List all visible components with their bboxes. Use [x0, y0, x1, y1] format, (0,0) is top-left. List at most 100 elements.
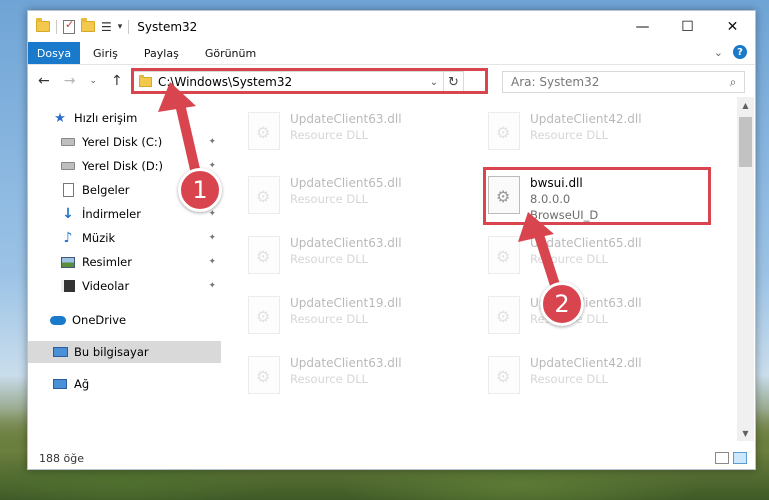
- dll-file-icon: [488, 296, 520, 334]
- dll-file-icon: [488, 112, 520, 150]
- sidebar-item-network[interactable]: Ağ: [28, 373, 221, 395]
- file-name: UpdateClient63.dll: [290, 112, 402, 126]
- up-button[interactable]: ↑: [111, 73, 123, 89]
- file-version: 8.0.0.0: [530, 192, 571, 206]
- list-item[interactable]: UpdateClient42.dll Resource DLL: [488, 107, 713, 159]
- address-dropdown-icon[interactable]: ⌄: [425, 77, 443, 88]
- document-icon: [62, 183, 74, 197]
- dll-file-icon: [488, 236, 520, 274]
- details-view-icon[interactable]: [715, 452, 729, 464]
- sidebar-item-onedrive[interactable]: OneDrive: [28, 309, 221, 331]
- search-icon[interactable]: ⌕: [722, 75, 744, 90]
- computer-icon: [52, 347, 68, 357]
- maximize-button[interactable]: ☐: [665, 11, 710, 42]
- videos-icon: [61, 280, 75, 292]
- sidebar-item-music[interactable]: ♪ Müzik ✦: [28, 227, 221, 249]
- sidebar-item-local-disk-c[interactable]: Yerel Disk (C:) ✦: [28, 131, 221, 153]
- quick-access-toolbar: ☰ ▾: [28, 18, 130, 34]
- back-button[interactable]: ←: [38, 73, 50, 89]
- address-path[interactable]: C:\Windows\System32: [158, 75, 425, 89]
- list-item[interactable]: UpdateClient42.dll Resource DLL: [488, 351, 713, 403]
- pin-icon: ✦: [208, 209, 216, 219]
- list-item[interactable]: UpdateClient63.dll Resource DLL: [248, 107, 473, 159]
- sidebar-item-label: Resimler: [82, 255, 132, 269]
- navigation-buttons: ← → ⌄ ↑: [28, 73, 123, 89]
- sidebar-item-label: Ağ: [74, 377, 90, 391]
- forward-button[interactable]: →: [64, 73, 76, 89]
- scroll-down-icon[interactable]: ▼: [737, 425, 754, 441]
- list-item[interactable]: UpdateClient65.dll Resource DLL: [248, 171, 473, 223]
- file-name: UpdateClient65.dll: [290, 176, 402, 190]
- list-item[interactable]: UpdateClient63.dll Resource DLL: [248, 231, 473, 283]
- tiles-view-icon[interactable]: [733, 452, 747, 464]
- sidebar-item-this-pc[interactable]: Bu bilgisayar: [28, 341, 221, 363]
- new-folder-icon[interactable]: [81, 18, 95, 32]
- explorer-window: ☰ ▾ System32 — ☐ ✕ Dosya Giriş Paylaş Gö…: [27, 10, 756, 470]
- sidebar-item-label: Yerel Disk (D:): [82, 159, 164, 173]
- dll-file-icon: [248, 296, 280, 334]
- view-icon[interactable]: ☰: [101, 20, 112, 34]
- sidebar-item-label: Belgeler: [82, 183, 130, 197]
- file-name: UpdateClient19.dll: [290, 296, 402, 310]
- file-description: Resource DLL: [530, 252, 609, 266]
- item-count: 188 öğe: [39, 451, 84, 465]
- list-item[interactable]: UpdateClient63.dll Resource DLL: [488, 291, 713, 343]
- list-item[interactable]: UpdateClient19.dll Resource DLL: [248, 291, 473, 343]
- sidebar-item-label: Müzik: [82, 231, 116, 245]
- sidebar-item-label: Bu bilgisayar: [74, 345, 149, 359]
- download-icon: ↓: [62, 206, 74, 222]
- callout-badge-2: 2: [540, 282, 584, 326]
- file-description: Resource DLL: [290, 128, 369, 142]
- recent-locations-button[interactable]: ⌄: [89, 76, 97, 86]
- file-name: UpdateClient63.dll: [290, 356, 402, 370]
- scroll-up-icon[interactable]: ▲: [737, 97, 754, 113]
- search-input[interactable]: Ara: System32: [511, 75, 722, 89]
- tab-home[interactable]: Giriş: [80, 42, 131, 64]
- properties-icon[interactable]: [63, 18, 75, 34]
- file-name: UpdateClient42.dll: [530, 112, 642, 126]
- list-item[interactable]: UpdateClient65.dll Resource DLL: [488, 231, 713, 283]
- list-item[interactable]: UpdateClient63.dll Resource DLL: [248, 351, 473, 403]
- dll-file-icon: [248, 112, 280, 150]
- dll-file-icon: [248, 176, 280, 214]
- file-name: bwsui.dll: [530, 176, 583, 190]
- file-name: UpdateClient63.dll: [290, 236, 402, 250]
- help-icon[interactable]: ?: [733, 45, 747, 59]
- sidebar-item-videos[interactable]: Videolar ✦: [28, 275, 221, 297]
- file-description: Resource DLL: [290, 252, 369, 266]
- dll-file-icon: [488, 356, 520, 394]
- window-controls: — ☐ ✕: [620, 11, 755, 42]
- file-description: BrowseUI_D: [530, 208, 599, 222]
- close-button[interactable]: ✕: [710, 11, 755, 42]
- star-icon: ★: [54, 110, 66, 126]
- folder-icon: [139, 75, 152, 87]
- title-bar: ☰ ▾ System32 — ☐ ✕: [28, 11, 755, 42]
- sidebar-item-label: Hızlı erişim: [74, 111, 138, 125]
- disk-icon: [61, 138, 75, 146]
- sidebar-item-label: OneDrive: [72, 313, 127, 327]
- search-box[interactable]: Ara: System32 ⌕: [502, 71, 745, 93]
- sidebar-item-quick-access[interactable]: ★ Hızlı erişim: [28, 107, 221, 129]
- tab-share[interactable]: Paylaş: [131, 42, 192, 64]
- customize-arrow-icon[interactable]: ▾: [118, 22, 123, 32]
- vertical-scrollbar[interactable]: ▲ ▼: [737, 97, 754, 441]
- list-item-bwsui[interactable]: bwsui.dll 8.0.0.0 BrowseUI_D: [488, 171, 713, 223]
- sidebar-item-label: İndirmeler: [82, 207, 141, 221]
- file-description: Resource DLL: [530, 128, 609, 142]
- window-title: System32: [137, 19, 198, 34]
- sidebar-item-pictures[interactable]: Resimler ✦: [28, 251, 221, 273]
- pin-icon: ✦: [208, 233, 216, 243]
- scrollbar-thumb[interactable]: [739, 117, 752, 167]
- music-icon: ♪: [63, 230, 73, 246]
- toolbar-divider: [128, 19, 130, 34]
- network-icon: [53, 379, 67, 389]
- tab-file[interactable]: Dosya: [28, 42, 80, 64]
- tab-view[interactable]: Görünüm: [192, 42, 269, 64]
- refresh-button[interactable]: ↻: [443, 72, 463, 92]
- minimize-button[interactable]: —: [620, 11, 665, 42]
- address-bar[interactable]: C:\Windows\System32 ⌄ ↻: [133, 71, 464, 93]
- cloud-icon: [50, 315, 66, 325]
- expand-ribbon-icon[interactable]: ⌄: [714, 46, 723, 59]
- file-description: Resource DLL: [290, 312, 369, 326]
- file-list: UpdateClient63.dll Resource DLL UpdateCl…: [221, 97, 737, 441]
